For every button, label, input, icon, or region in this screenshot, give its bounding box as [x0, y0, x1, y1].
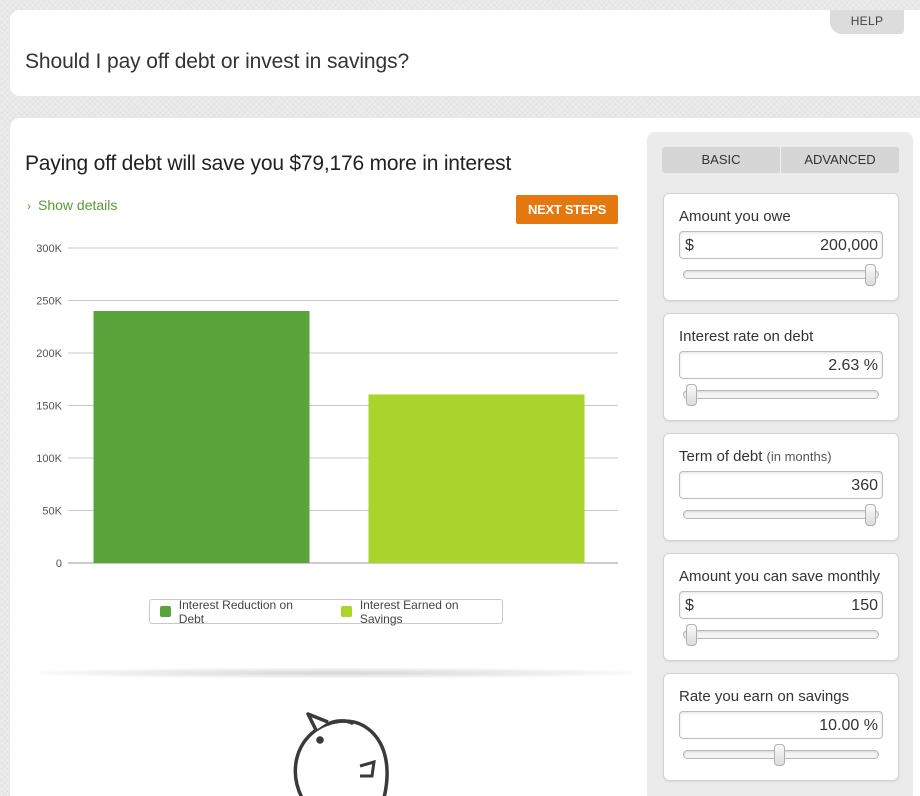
savings-rate-input[interactable]: 10.00 % — [679, 711, 883, 739]
legend-item-savings: Interest Earned on Savings — [341, 598, 502, 626]
amount-owed-input[interactable]: $ 200,000 — [679, 231, 883, 259]
page-title: Should I pay off debt or invest in savin… — [25, 50, 410, 73]
legend-label-debt: Interest Reduction on Debt — [178, 597, 293, 626]
currency-prefix: $ — [685, 237, 694, 254]
y-tick-label: 50K — [42, 506, 62, 518]
field-interest-rate: Interest rate on debt 2.63 % — [663, 313, 899, 421]
monthly-savings-input[interactable]: $ 150 — [679, 591, 883, 619]
interest-rate-slider[interactable] — [683, 384, 879, 406]
field-monthly-savings: Amount you can save monthly $ 150 — [663, 553, 899, 661]
y-tick-label: 100K — [36, 453, 62, 465]
help-button[interactable]: HELP — [830, 10, 904, 34]
field-label-text: Interest rate on debt — [679, 328, 814, 345]
amount-owed-slider[interactable] — [683, 264, 879, 286]
piggy-bank-icon — [293, 712, 389, 796]
legend-item-debt: Interest Reduction on Debt — [160, 598, 319, 626]
field-label-text: Term of debt — [679, 448, 763, 465]
field-value: 360 — [851, 477, 878, 494]
slider-thumb[interactable] — [685, 624, 697, 646]
slider-thumb[interactable] — [865, 264, 876, 286]
field-label-text: Rate you earn on savings — [679, 688, 850, 705]
show-details-label: Show details — [38, 197, 118, 213]
currency-prefix: $ — [685, 597, 694, 614]
slider-thumb[interactable] — [773, 744, 785, 766]
legend-swatch-debt — [160, 606, 171, 617]
bar-interest-reduction-debt[interactable] — [93, 311, 310, 563]
field-value: 150 — [851, 597, 878, 614]
field-label-text: Amount you owe — [679, 208, 791, 225]
field-value: 200,000 — [820, 237, 878, 254]
y-tick-label: 300K — [36, 243, 62, 255]
bar-interest-earned-savings[interactable] — [368, 394, 585, 563]
slider-thumb[interactable] — [865, 504, 876, 526]
field-label: Term of debt (in months) — [679, 448, 832, 465]
savings-rate-slider[interactable] — [683, 744, 879, 766]
field-amount-owed: Amount you owe $ 200,000 — [663, 193, 899, 301]
chevron-right-icon: › — [27, 199, 31, 213]
term-slider[interactable] — [683, 504, 879, 526]
legend-label-savings: Interest Earned on Savings — [359, 597, 459, 626]
field-label: Amount you can save monthly — [679, 568, 880, 585]
mode-tabs: BASIC ADVANCED — [662, 147, 899, 173]
tab-advanced[interactable]: ADVANCED — [780, 147, 899, 173]
field-savings-rate: Rate you earn on savings 10.00 % — [663, 673, 899, 781]
show-details-link[interactable]: › Show details — [27, 197, 117, 213]
next-steps-button[interactable]: NEXT STEPS — [516, 195, 618, 224]
field-term: Term of debt (in months) 360 — [663, 433, 899, 541]
field-label: Rate you earn on savings — [679, 688, 849, 705]
field-label-text: Amount you can save monthly — [679, 568, 880, 585]
field-value: 10.00 % — [819, 717, 878, 734]
field-value: 2.63 % — [828, 357, 878, 374]
monthly-savings-slider[interactable] — [683, 624, 879, 646]
section-divider — [40, 668, 632, 678]
chart-legend: Interest Reduction on Debt Interest Earn… — [149, 598, 503, 626]
slider-thumb[interactable] — [685, 384, 697, 406]
legend-swatch-savings — [341, 606, 352, 617]
y-tick-label: 200K — [36, 348, 62, 360]
tab-basic[interactable]: BASIC — [662, 147, 780, 173]
interest-comparison-chart: 0 50K 100K 150K 200K 250K 300K — [36, 243, 618, 570]
field-sublabel: (in months) — [766, 449, 832, 464]
y-tick-label: 250K — [36, 296, 62, 308]
y-tick-label: 0 — [56, 558, 62, 570]
result-heading: Paying off debt will save you $79,176 mo… — [25, 152, 512, 175]
field-label: Interest rate on debt — [679, 328, 813, 345]
interest-rate-input[interactable]: 2.63 % — [679, 351, 883, 379]
term-input[interactable]: 360 — [679, 471, 883, 499]
field-label: Amount you owe — [679, 208, 791, 225]
y-tick-label: 150K — [36, 401, 62, 413]
